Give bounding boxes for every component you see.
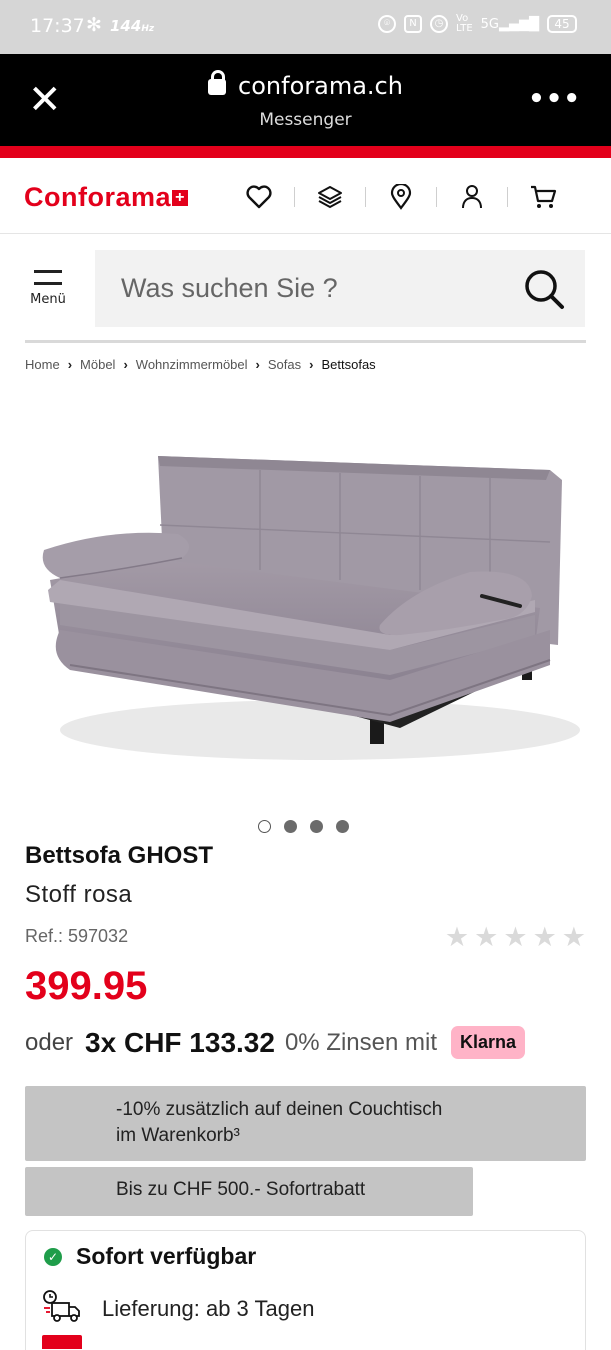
- gallery-dot[interactable]: [336, 820, 349, 833]
- star-icon: ★: [474, 922, 499, 953]
- store-icon: [42, 1335, 82, 1349]
- in-app-browser-bar: ✕ conforama.ch Messenger •••: [0, 54, 611, 146]
- signal-5g-icon: 5G▂▄▆█: [480, 16, 539, 32]
- financing-info: oder 3x CHF 133.32 0% Zinsen mit Klarna: [25, 1026, 526, 1059]
- alarm-icon: ◷: [430, 15, 449, 33]
- availability-status: ✓ Sofort verfügbar: [44, 1243, 256, 1270]
- nfc-icon: N: [404, 15, 423, 33]
- hotspot-icon: ⌾: [378, 15, 397, 33]
- domain-text: conforama.ch: [238, 72, 403, 100]
- breadcrumb-link-wohnzimmermoebel[interactable]: Wohnzimmermöbel: [136, 357, 248, 372]
- heart-icon[interactable]: [232, 180, 286, 214]
- breadcrumb-current: Bettsofas: [321, 357, 376, 372]
- chevron-right-icon: ›: [255, 357, 260, 372]
- availability-label: Sofort verfügbar: [76, 1243, 257, 1269]
- location-pin-icon[interactable]: [374, 180, 428, 214]
- star-icon: ★: [444, 922, 470, 953]
- breadcrumb-link-sofas[interactable]: Sofas: [268, 357, 301, 372]
- divider: [294, 187, 295, 207]
- browser-subtitle: Messenger: [259, 110, 352, 130]
- promo-banner[interactable]: -10% zusätzlich auf deinen Couchtisch im…: [25, 1086, 586, 1161]
- menu-label: Menü: [30, 292, 66, 307]
- promo-text: Bis zu CHF 500.- Sofortrabatt: [116, 1179, 366, 1200]
- system-status-bar: 17:37 ✻ 144Hz ⌾ N ◷ Vo LTE 5G▂▄▆█ 45: [0, 0, 611, 54]
- cart-icon[interactable]: [516, 180, 570, 214]
- product-title: Bettsofa GHOST: [25, 842, 214, 869]
- layers-icon[interactable]: [303, 180, 357, 214]
- lock-icon: [208, 70, 227, 95]
- product-image[interactable]: [30, 430, 582, 780]
- klarna-badge[interactable]: Klarna: [451, 1026, 526, 1059]
- delivery-truck-icon: [42, 1289, 82, 1329]
- conforama-logo[interactable]: Conforama +: [24, 182, 189, 213]
- hamburger-icon: [26, 270, 70, 285]
- user-icon[interactable]: [445, 180, 499, 214]
- search-icon[interactable]: [523, 268, 565, 314]
- swiss-cross-icon: +: [172, 190, 189, 206]
- breadcrumb-link-home[interactable]: Home: [25, 357, 60, 372]
- fan-icon: ✻: [86, 14, 102, 36]
- refresh-rate: 144Hz: [110, 17, 155, 35]
- url-display: conforama.ch: [0, 70, 611, 100]
- star-icon: ★: [532, 922, 557, 953]
- status-time: 17:37: [30, 15, 85, 37]
- gallery-dot[interactable]: [310, 820, 323, 833]
- product-subtitle: Stoff rosa: [25, 881, 133, 908]
- promo-text: -10% zusätzlich auf deinen Couchtisch im…: [116, 1099, 443, 1146]
- brand-stripe: [0, 146, 611, 158]
- menu-button[interactable]: Menü: [26, 270, 70, 307]
- availability-box: ✓ Sofort verfügbar Lieferung: ab 3 Tagen: [25, 1230, 586, 1350]
- divider: [365, 187, 366, 207]
- site-header: Conforama +: [0, 158, 611, 234]
- search-input[interactable]: Was suchen Sie ?: [95, 250, 585, 327]
- installment-amount: 3x CHF 133.32: [85, 1026, 275, 1058]
- star-icon: ★: [503, 922, 528, 953]
- chevron-right-icon: ›: [67, 357, 73, 372]
- product-reference: Ref.: 597032: [25, 926, 129, 946]
- promo-banner[interactable]: Bis zu CHF 500.- Sofortrabatt: [25, 1167, 473, 1216]
- delivery-info: Lieferung: ab 3 Tagen: [42, 1289, 314, 1329]
- financing-suffix: 0% Zinsen mit: [284, 1028, 437, 1056]
- header-icon-bar: [232, 180, 570, 214]
- volte-icon: Vo LTE: [456, 13, 473, 34]
- more-icon[interactable]: •••: [528, 84, 581, 114]
- delivery-label: Lieferung: ab 3 Tagen: [102, 1296, 315, 1321]
- rating-stars[interactable]: ★ ★ ★ ★ ★: [445, 922, 586, 953]
- check-circle-icon: ✓: [44, 1247, 62, 1266]
- battery-icon: 45: [547, 15, 577, 33]
- product-price: 399.95: [25, 964, 148, 1008]
- breadcrumb-link-moebel[interactable]: Möbel: [80, 357, 115, 372]
- chevron-right-icon: ›: [309, 357, 314, 372]
- financing-prefix: oder: [25, 1028, 74, 1056]
- divider: [25, 340, 586, 343]
- gallery-dot[interactable]: [284, 820, 297, 833]
- breadcrumb: Home › Möbel › Wohnzimmermöbel › Sofas ›…: [25, 357, 376, 372]
- gallery-pagination: [258, 820, 349, 833]
- status-icons: ⌾ N ◷ Vo LTE 5G▂▄▆█ 45: [378, 14, 577, 34]
- chevron-right-icon: ›: [123, 357, 128, 372]
- gallery-dot[interactable]: [258, 820, 271, 833]
- star-icon: ★: [561, 922, 586, 953]
- divider: [507, 187, 508, 207]
- search-placeholder: Was suchen Sie ?: [121, 273, 338, 303]
- divider: [436, 187, 437, 207]
